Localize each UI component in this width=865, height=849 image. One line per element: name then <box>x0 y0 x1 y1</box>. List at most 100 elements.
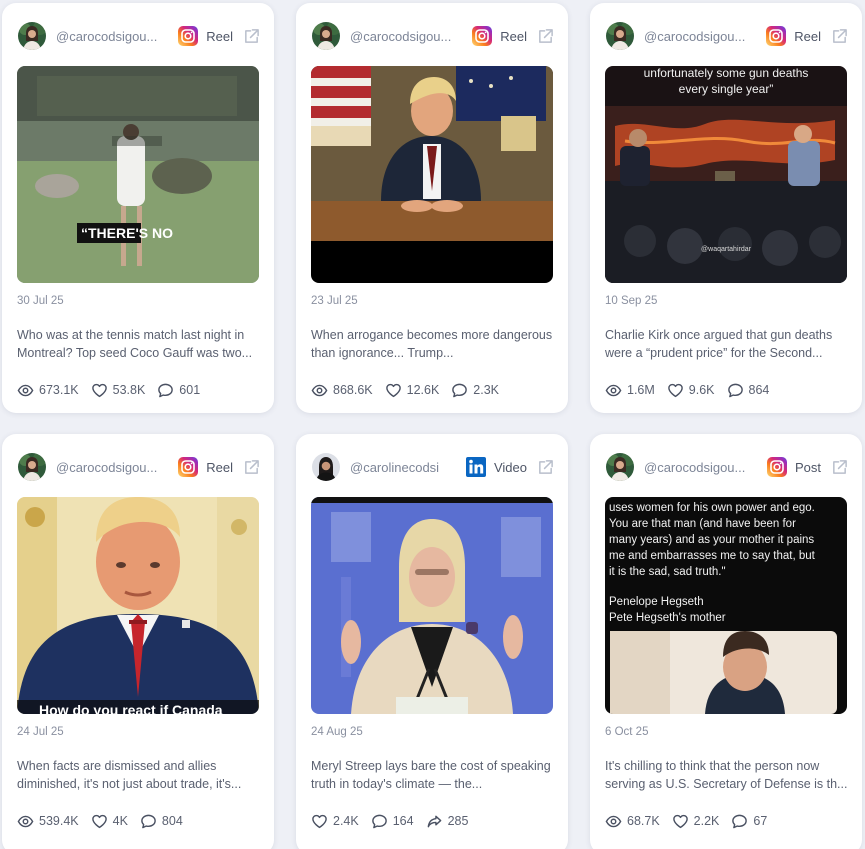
likes-count: 2.2K <box>693 814 720 828</box>
platform-label: Post <box>794 459 821 475</box>
post-date: 6 Oct 25 <box>605 726 649 738</box>
views-count: 539.4K <box>39 814 79 828</box>
post-description: Who was at the tennis match last night i… <box>17 328 253 360</box>
comment-icon <box>371 813 388 830</box>
eye-icon <box>17 382 34 399</box>
post-date: 24 Aug 25 <box>311 726 363 738</box>
eye-icon <box>605 382 622 399</box>
heart-icon <box>311 813 328 830</box>
post-card[interactable]: @carocodsigou... Reel 23 Jul 25 When arr… <box>296 3 568 413</box>
quote-attribution-name: Penelope Hegseth <box>609 596 704 608</box>
post-stats: 68.7K 2.2K 67 <box>605 812 779 830</box>
platform-label: Reel <box>794 28 821 44</box>
post-stats: 1.6M 9.6K 864 <box>605 381 781 399</box>
video-caption-line1: unfortunately some gun deaths <box>644 66 809 80</box>
post-thumbnail[interactable] <box>311 66 553 283</box>
quote-line: You are that man (and have been for <box>609 518 796 530</box>
likes-count: 4K <box>112 814 128 828</box>
post-stats: 539.4K 4K 804 <box>17 812 195 830</box>
post-date: 23 Jul 25 <box>311 295 358 307</box>
comments-count: 804 <box>161 814 183 828</box>
likes-count: 9.6K <box>688 383 715 397</box>
platform-label: Reel <box>206 459 233 475</box>
card-header: @carocodsigou... Reel <box>18 19 260 53</box>
comments-count: 67 <box>753 814 768 828</box>
post-date: 10 Sep 25 <box>605 295 658 307</box>
avatar <box>312 22 340 50</box>
views-count: 673.1K <box>39 383 79 397</box>
likes-count: 53.8K <box>112 383 146 397</box>
comments-count: 164 <box>392 814 414 828</box>
video-watermark: @waqartahirdar <box>701 246 752 253</box>
post-thumbnail[interactable] <box>311 497 553 714</box>
post-card[interactable]: @carocodsigou... Post uses women for his… <box>590 434 862 849</box>
avatar <box>606 453 634 481</box>
platform-badge: Reel <box>178 26 260 46</box>
external-link-icon[interactable] <box>243 459 260 476</box>
post-card[interactable]: @carocodsigou... Reel unfortunately some… <box>590 3 862 413</box>
eye-icon <box>605 813 622 830</box>
comment-icon <box>157 382 174 399</box>
quote-line: it is the sad, sad truth." <box>609 566 726 578</box>
post-stats: 673.1K 53.8K 601 <box>17 381 212 399</box>
platform-badge: Reel <box>766 26 848 46</box>
platform-badge: Reel <box>472 26 554 46</box>
post-thumbnail[interactable]: unfortunately some gun deaths every sing… <box>605 66 847 283</box>
author-handle[interactable]: @carolinecodsi <box>350 460 454 475</box>
card-header: @carolinecodsi Video <box>312 450 554 484</box>
views-count: 68.7K <box>627 814 660 828</box>
platform-label: Reel <box>500 28 527 44</box>
card-header: @carocodsigou... Post <box>606 450 848 484</box>
author-handle[interactable]: @carocodsigou... <box>644 29 756 44</box>
views-count: 868.6K <box>333 383 373 397</box>
author-handle[interactable]: @carocodsigou... <box>56 460 168 475</box>
quote-attribution-role: Pete Hegseth's mother <box>609 612 726 624</box>
post-description: It's chilling to think that the person n… <box>605 759 848 791</box>
author-handle[interactable]: @carocodsigou... <box>56 29 168 44</box>
post-card[interactable]: @carolinecodsi Video 24 Aug 25 Meryl Str… <box>296 434 568 849</box>
external-link-icon[interactable] <box>537 28 554 45</box>
comments-count: 601 <box>179 383 201 397</box>
comment-icon <box>731 813 748 830</box>
post-description: Meryl Streep lays bare the cost of speak… <box>311 759 551 791</box>
author-handle[interactable]: @carocodsigou... <box>350 29 462 44</box>
quote-line: uses women for his own power and ego. <box>609 502 815 514</box>
avatar <box>606 22 634 50</box>
post-thumbnail[interactable]: How do you react if Canada <box>17 497 259 714</box>
instagram-icon <box>767 457 787 477</box>
card-header: @carocodsigou... Reel <box>18 450 260 484</box>
comment-icon <box>727 382 744 399</box>
card-header: @carocodsigou... Reel <box>606 19 848 53</box>
post-thumbnail[interactable]: uses women for his own power and ego. Yo… <box>605 497 847 714</box>
post-description: When arrogance becomes more dangerous th… <box>311 328 553 360</box>
likes-count: 12.6K <box>406 383 440 397</box>
platform-badge: Post <box>767 457 848 477</box>
instagram-icon <box>178 26 198 46</box>
video-caption: How do you react if Canada <box>39 702 223 714</box>
external-link-icon[interactable] <box>831 459 848 476</box>
post-thumbnail[interactable]: “THERE'S NO <box>17 66 259 283</box>
shares-count: 285 <box>447 814 469 828</box>
comment-icon <box>451 382 468 399</box>
comments-count: 2.3K <box>473 383 500 397</box>
views-count: 1.6M <box>627 383 655 397</box>
post-date: 30 Jul 25 <box>17 295 64 307</box>
post-card[interactable]: @carocodsigou... Reel How do you react i… <box>2 434 274 849</box>
heart-icon <box>667 382 684 399</box>
external-link-icon[interactable] <box>243 28 260 45</box>
share-icon <box>426 813 443 830</box>
external-link-icon[interactable] <box>537 459 554 476</box>
video-caption: “THERE'S NO <box>81 225 173 241</box>
instagram-icon <box>178 457 198 477</box>
comments-count: 864 <box>748 383 770 397</box>
post-card[interactable]: @carocodsigou... Reel “THERE'S NO 30 Jul… <box>2 3 274 413</box>
platform-badge: Video <box>466 457 554 477</box>
heart-icon <box>91 382 108 399</box>
heart-icon <box>385 382 402 399</box>
external-link-icon[interactable] <box>831 28 848 45</box>
platform-label: Reel <box>206 28 233 44</box>
linkedin-icon <box>466 457 486 477</box>
video-caption-line2: every single year” <box>679 82 774 96</box>
author-handle[interactable]: @carocodsigou... <box>644 460 756 475</box>
card-header: @carocodsigou... Reel <box>312 19 554 53</box>
